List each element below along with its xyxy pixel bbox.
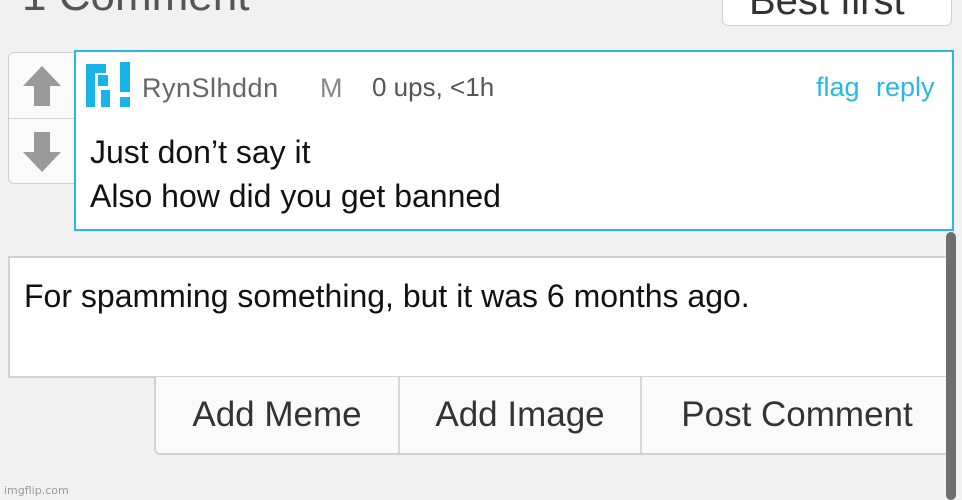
- comment-body: Just don’t say it Also how did you get b…: [90, 130, 501, 218]
- flag-link[interactable]: flag: [816, 72, 860, 103]
- avatar[interactable]: [84, 62, 136, 108]
- comment-card: RynSlhddn M 0 ups, <1h flag reply Just d…: [74, 50, 954, 231]
- comment-line-2: Also how did you get banned: [90, 178, 501, 214]
- reply-link[interactable]: reply: [876, 72, 935, 103]
- comment-meta: 0 ups, <1h: [372, 72, 495, 102]
- vote-divider: [9, 118, 75, 119]
- post-comment-button[interactable]: Post Comment: [640, 377, 952, 453]
- mod-badge: M: [320, 73, 343, 103]
- scrollbar[interactable]: [946, 232, 956, 500]
- add-image-button[interactable]: Add Image: [398, 377, 640, 453]
- upvote-button[interactable]: [19, 63, 65, 109]
- downvote-button[interactable]: [19, 129, 65, 175]
- vote-controls: [8, 52, 76, 184]
- arrow-up-icon: [23, 66, 61, 106]
- sort-dropdown[interactable]: Best first: [722, 0, 952, 26]
- username-link[interactable]: RynSlhddn: [142, 73, 279, 104]
- add-meme-button[interactable]: Add Meme: [156, 377, 398, 453]
- comment-line-1: Just don’t say it: [90, 134, 311, 170]
- comment-count-heading: 1 Comment: [22, 0, 249, 18]
- arrow-down-icon: [23, 132, 61, 172]
- watermark: imgflip.com: [4, 484, 69, 497]
- comments-page: 1 Comment Best first RynSlhddn M 0 ups, …: [0, 0, 962, 500]
- comment-actions: Add Meme Add Image Post Comment: [154, 377, 954, 455]
- reply-textarea[interactable]: For spamming something, but it was 6 mon…: [8, 256, 954, 378]
